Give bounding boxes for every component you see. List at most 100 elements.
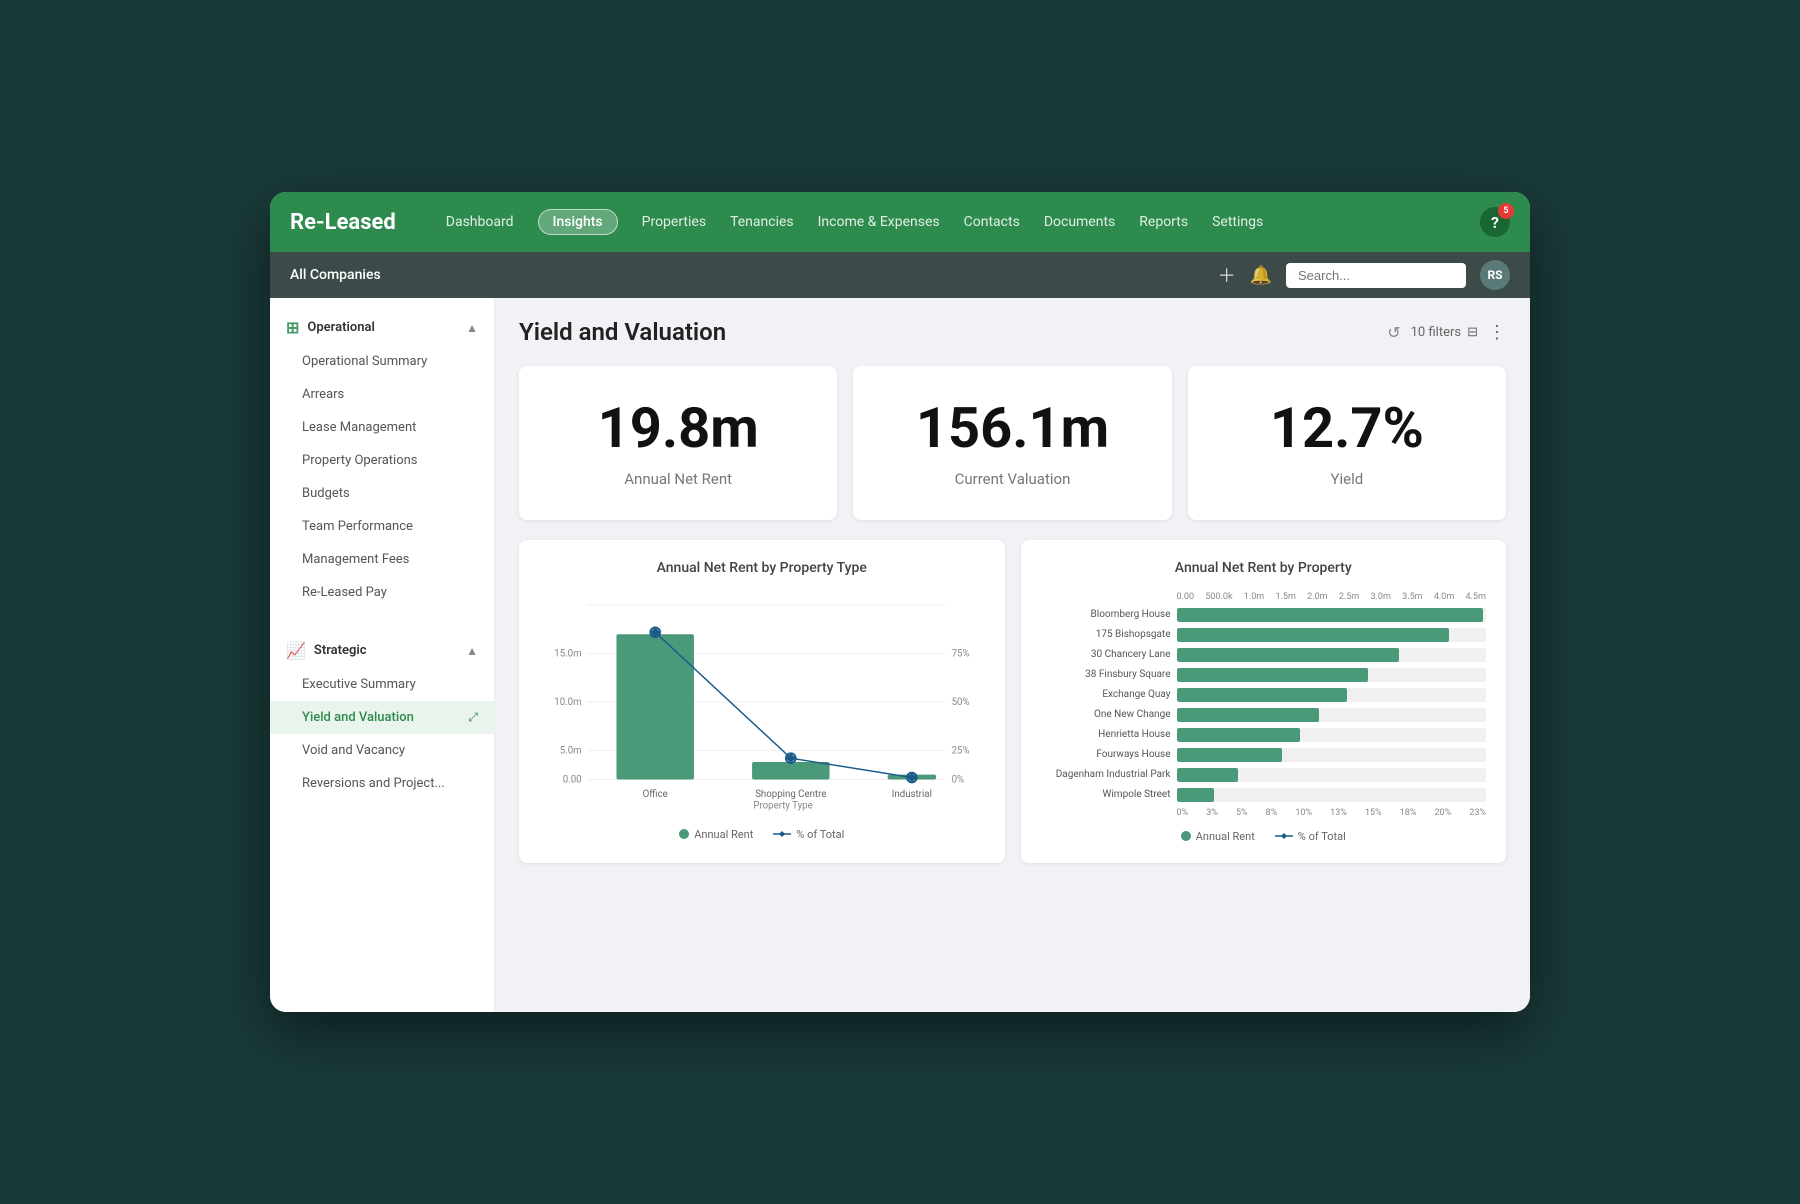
bar-chart-svg: 0.00 5.0m 10.0m 15.0m 0% 25% 50% 75% [539,592,985,812]
chart-row: Annual Net Rent by Property Type 0.00 5.… [519,540,1506,863]
main-layout: ⊞ Operational ▲ Operational Summary Arre… [270,298,1530,1012]
svg-text:25%: 25% [952,745,970,756]
chart1-legend: Annual Rent % of Total [539,828,985,841]
sidebar-item-arrears[interactable]: Arrears [270,378,494,411]
search-input[interactable] [1298,268,1454,283]
kpi-card-yield: 12.7% Yield [1188,366,1506,520]
svg-text:0.00: 0.00 [563,774,582,785]
sidebar-item-void-vacancy[interactable]: Void and Vacancy [270,734,494,767]
chart2-x-axis-bottom: 0%3%5%8%10%13%15%18%20%23% [1041,808,1487,818]
filter-label: 10 filters [1411,325,1461,340]
svg-text:5.0m: 5.0m [560,745,582,756]
sidebar-item-property-operations[interactable]: Property Operations [270,444,494,477]
svg-text:50%: 50% [952,696,970,707]
bar-henrietta: Henrietta House [1041,728,1487,742]
bar-one-new-change: One New Change [1041,708,1487,722]
kpi-annual-rent-value: 19.8m [543,398,813,460]
svg-text:Industrial: Industrial [892,789,932,800]
nav-documents[interactable]: Documents [1044,214,1115,230]
page-title: Yield and Valuation [519,318,726,346]
filter-button[interactable]: 10 filters ⊟ [1411,325,1478,340]
nav-settings[interactable]: Settings [1212,214,1263,230]
sidebar-operational-title: ⊞ Operational [286,318,375,337]
content-area: Yield and Valuation ↺ 10 filters ⊟ ⋮ 19.… [495,298,1530,1012]
bar-bishopsgate: 175 Bishopsgate [1041,628,1487,642]
sidebar-operational-section: ⊞ Operational ▲ Operational Summary Arre… [270,298,494,621]
sidebar-item-operational-summary[interactable]: Operational Summary [270,345,494,378]
kpi-yield-label: Yield [1212,470,1482,488]
bar-shopping[interactable] [752,762,829,779]
sub-nav-icons: ＋ 🔔 RS [1218,260,1510,290]
sidebar-item-yield-valuation[interactable]: Yield and Valuation ⤢ [270,701,494,734]
nav-contacts[interactable]: Contacts [964,214,1020,230]
nav-links: Dashboard Insights Properties Tenancies … [446,209,1450,235]
notifications-button[interactable]: 🔔 [1250,265,1272,286]
nav-income-expenses[interactable]: Income & Expenses [818,214,940,230]
sidebar-operational-header[interactable]: ⊞ Operational ▲ [270,310,494,345]
help-button[interactable]: ? 5 [1480,207,1510,237]
filter-icon: ⊟ [1467,325,1478,340]
bar-wimpole: Wimpole Street [1041,788,1487,802]
bar-fourways: Fourways House [1041,748,1487,762]
chart2-title: Annual Net Rent by Property [1041,560,1487,576]
app-container: Re-Leased Dashboard Insights Properties … [270,192,1530,1012]
refresh-button[interactable]: ↺ [1387,323,1400,342]
kpi-card-valuation: 156.1m Current Valuation [853,366,1171,520]
chart1-title: Annual Net Rent by Property Type [539,560,985,576]
sub-nav: All Companies ＋ 🔔 RS [270,252,1530,298]
legend-dot-annual [679,829,689,839]
sidebar-strategic-items: Executive Summary Yield and Valuation ⤢ … [270,668,494,800]
sidebar-operational-items: Operational Summary Arrears Lease Manage… [270,345,494,609]
search-box[interactable] [1286,263,1466,288]
sidebar-item-team-performance[interactable]: Team Performance [270,510,494,543]
top-nav: Re-Leased Dashboard Insights Properties … [270,192,1530,252]
sidebar-strategic-header[interactable]: 📈 Strategic ▲ [270,633,494,668]
sidebar-item-lease-management[interactable]: Lease Management [270,411,494,444]
legend2-pct-total: % of Total [1275,830,1346,843]
kpi-valuation-label: Current Valuation [877,470,1147,488]
kpi-card-annual-rent: 19.8m Annual Net Rent [519,366,837,520]
operational-chevron: ▲ [466,321,478,335]
nav-dashboard[interactable]: Dashboard [446,214,514,230]
sidebar-item-budgets[interactable]: Budgets [270,477,494,510]
chart2-x-axis-top: 0.00500.0k1.0m1.5m2.0m2.5m3.0m3.5m4.0m4.… [1041,592,1487,602]
svg-text:Office: Office [643,789,668,800]
page-header: Yield and Valuation ↺ 10 filters ⊟ ⋮ [519,318,1506,346]
svg-text:15.0m: 15.0m [554,648,581,659]
chart-card-by-property: Annual Net Rent by Property 0.00500.0k1.… [1021,540,1507,863]
operational-icon: ⊞ [286,318,299,337]
bar-finsbury: 38 Finsbury Square [1041,668,1487,682]
strategic-chevron: ▲ [466,644,478,658]
chart2-bars: Bloomberg House 175 Bishopsgate 30 Chanc… [1041,608,1487,802]
company-selector[interactable]: All Companies [290,267,381,283]
legend-annual-rent: Annual Rent [679,828,753,841]
kpi-valuation-value: 156.1m [877,398,1147,460]
svg-text:10.0m: 10.0m [554,696,581,707]
kpi-row: 19.8m Annual Net Rent 156.1m Current Val… [519,366,1506,520]
sidebar-item-re-leased-pay[interactable]: Re-Leased Pay [270,576,494,609]
sidebar: ⊞ Operational ▲ Operational Summary Arre… [270,298,495,1012]
more-button[interactable]: ⋮ [1488,322,1506,343]
svg-text:75%: 75% [952,648,970,659]
strategic-icon: 📈 [286,641,306,660]
legend-line-icon [773,829,791,839]
chart-card-property-type: Annual Net Rent by Property Type 0.00 5.… [519,540,1005,863]
avatar[interactable]: RS [1480,260,1510,290]
svg-text:0%: 0% [952,774,965,785]
sidebar-item-reversions[interactable]: Reversions and Project... [270,767,494,800]
nav-insights[interactable]: Insights [538,209,618,235]
bar-chancery: 30 Chancery Lane [1041,648,1487,662]
nav-tenancies[interactable]: Tenancies [730,214,794,230]
legend2-annual-rent: Annual Rent [1181,830,1255,843]
sidebar-item-executive-summary[interactable]: Executive Summary [270,668,494,701]
expand-icon: ⤢ [468,710,478,725]
bar-dagenham: Dagenham Industrial Park [1041,768,1487,782]
add-button[interactable]: ＋ [1218,262,1236,288]
nav-reports[interactable]: Reports [1139,214,1188,230]
bar-office[interactable] [616,634,693,779]
legend2-dot-annual [1181,831,1191,841]
kpi-yield-value: 12.7% [1212,398,1482,460]
sidebar-item-management-fees[interactable]: Management Fees [270,543,494,576]
nav-properties[interactable]: Properties [642,214,706,230]
sidebar-strategic-title: 📈 Strategic [286,641,367,660]
